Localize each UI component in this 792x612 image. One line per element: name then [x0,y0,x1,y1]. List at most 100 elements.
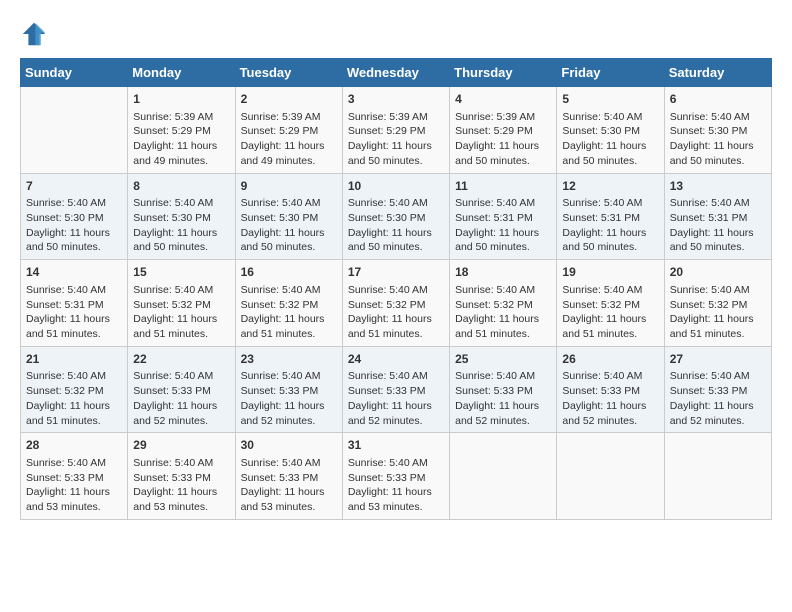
day-cell: 14 Sunrise: 5:40 AM Sunset: 5:31 PM Dayli… [21,260,128,347]
day-number: 3 [348,91,444,108]
day-info: Sunrise: 5:40 AM Sunset: 5:30 PM Dayligh… [670,110,766,169]
day-number: 2 [241,91,337,108]
day-number: 1 [133,91,229,108]
day-cell: 1 Sunrise: 5:39 AM Sunset: 5:29 PM Daylig… [128,87,235,174]
day-info: Sunrise: 5:40 AM Sunset: 5:33 PM Dayligh… [348,456,444,515]
day-cell: 24Sunrise: 5:40 AM Sunset: 5:33 PM Dayli… [342,346,449,433]
day-cell: 23Sunrise: 5:40 AM Sunset: 5:33 PM Dayli… [235,346,342,433]
day-cell: 2Sunrise: 5:39 AM Sunset: 5:29 PM Daylig… [235,87,342,174]
day-cell: 6 Sunrise: 5:40 AM Sunset: 5:30 PM Daylig… [664,87,771,174]
day-cell: 16 Sunrise: 5:40 AM Sunset: 5:32 PM Dayli… [235,260,342,347]
day-cell: 15Sunrise: 5:40 AM Sunset: 5:32 PM Dayli… [128,260,235,347]
calendar-table: SundayMondayTuesdayWednesdayThursdayFrid… [20,58,772,520]
day-info: Sunrise: 5:40 AM Sunset: 5:33 PM Dayligh… [455,369,551,428]
day-number: 27 [670,351,766,368]
day-info: Sunrise: 5:40 AM Sunset: 5:31 PM Dayligh… [562,196,658,255]
day-cell: 29 Sunrise: 5:40 AM Sunset: 5:33 PM Dayli… [128,433,235,520]
day-info: Sunrise: 5:40 AM Sunset: 5:33 PM Dayligh… [670,369,766,428]
day-number: 23 [241,351,337,368]
week-row-1: 1 Sunrise: 5:39 AM Sunset: 5:29 PM Daylig… [21,87,772,174]
header-cell-wednesday: Wednesday [342,59,449,87]
week-row-4: 21Sunrise: 5:40 AM Sunset: 5:32 PM Dayli… [21,346,772,433]
day-cell: 5Sunrise: 5:40 AM Sunset: 5:30 PM Daylig… [557,87,664,174]
day-number: 22 [133,351,229,368]
page-header [20,20,772,48]
logo [20,20,52,48]
day-number: 26 [562,351,658,368]
day-cell: 30Sunrise: 5:40 AM Sunset: 5:33 PM Dayli… [235,433,342,520]
day-cell: 20 Sunrise: 5:40 AM Sunset: 5:32 PM Dayli… [664,260,771,347]
day-info: Sunrise: 5:39 AM Sunset: 5:29 PM Dayligh… [348,110,444,169]
header-cell-thursday: Thursday [450,59,557,87]
day-cell [21,87,128,174]
day-info: Sunrise: 5:40 AM Sunset: 5:32 PM Dayligh… [133,283,229,342]
header-cell-saturday: Saturday [664,59,771,87]
day-info: Sunrise: 5:40 AM Sunset: 5:33 PM Dayligh… [26,456,122,515]
day-number: 4 [455,91,551,108]
day-info: Sunrise: 5:40 AM Sunset: 5:30 PM Dayligh… [26,196,122,255]
day-number: 7 [26,178,122,195]
day-info: Sunrise: 5:40 AM Sunset: 5:33 PM Dayligh… [562,369,658,428]
day-cell: 7Sunrise: 5:40 AM Sunset: 5:30 PM Daylig… [21,173,128,260]
day-cell: 22Sunrise: 5:40 AM Sunset: 5:33 PM Dayli… [128,346,235,433]
day-info: Sunrise: 5:40 AM Sunset: 5:33 PM Dayligh… [133,456,229,515]
day-number: 12 [562,178,658,195]
day-info: Sunrise: 5:40 AM Sunset: 5:32 PM Dayligh… [241,283,337,342]
header-cell-friday: Friday [557,59,664,87]
day-number: 5 [562,91,658,108]
day-info: Sunrise: 5:39 AM Sunset: 5:29 PM Dayligh… [133,110,229,169]
day-cell: 8Sunrise: 5:40 AM Sunset: 5:30 PM Daylig… [128,173,235,260]
day-cell: 26Sunrise: 5:40 AM Sunset: 5:33 PM Dayli… [557,346,664,433]
week-row-2: 7Sunrise: 5:40 AM Sunset: 5:30 PM Daylig… [21,173,772,260]
day-info: Sunrise: 5:40 AM Sunset: 5:32 PM Dayligh… [670,283,766,342]
week-row-3: 14 Sunrise: 5:40 AM Sunset: 5:31 PM Dayli… [21,260,772,347]
day-info: Sunrise: 5:40 AM Sunset: 5:33 PM Dayligh… [348,369,444,428]
day-info: Sunrise: 5:40 AM Sunset: 5:32 PM Dayligh… [562,283,658,342]
day-number: 14 [26,264,122,281]
day-number: 19 [562,264,658,281]
day-number: 29 [133,437,229,454]
day-info: Sunrise: 5:40 AM Sunset: 5:32 PM Dayligh… [348,283,444,342]
day-number: 17 [348,264,444,281]
day-number: 9 [241,178,337,195]
calendar-header: SundayMondayTuesdayWednesdayThursdayFrid… [21,59,772,87]
day-info: Sunrise: 5:40 AM Sunset: 5:30 PM Dayligh… [133,196,229,255]
day-number: 8 [133,178,229,195]
day-cell: 10Sunrise: 5:40 AM Sunset: 5:30 PM Dayli… [342,173,449,260]
day-info: Sunrise: 5:40 AM Sunset: 5:31 PM Dayligh… [455,196,551,255]
week-row-5: 28Sunrise: 5:40 AM Sunset: 5:33 PM Dayli… [21,433,772,520]
day-cell [450,433,557,520]
day-cell: 17 Sunrise: 5:40 AM Sunset: 5:32 PM Dayli… [342,260,449,347]
day-number: 18 [455,264,551,281]
day-number: 6 [670,91,766,108]
day-number: 16 [241,264,337,281]
day-cell: 27Sunrise: 5:40 AM Sunset: 5:33 PM Dayli… [664,346,771,433]
day-cell: 3 Sunrise: 5:39 AM Sunset: 5:29 PM Daylig… [342,87,449,174]
day-number: 24 [348,351,444,368]
day-cell: 21Sunrise: 5:40 AM Sunset: 5:32 PM Dayli… [21,346,128,433]
day-cell: 13Sunrise: 5:40 AM Sunset: 5:31 PM Dayli… [664,173,771,260]
day-number: 11 [455,178,551,195]
day-info: Sunrise: 5:40 AM Sunset: 5:31 PM Dayligh… [26,283,122,342]
logo-icon [20,20,48,48]
day-number: 31 [348,437,444,454]
day-info: Sunrise: 5:40 AM Sunset: 5:32 PM Dayligh… [455,283,551,342]
day-cell: 9Sunrise: 5:40 AM Sunset: 5:30 PM Daylig… [235,173,342,260]
day-info: Sunrise: 5:40 AM Sunset: 5:30 PM Dayligh… [241,196,337,255]
day-info: Sunrise: 5:40 AM Sunset: 5:33 PM Dayligh… [241,369,337,428]
day-cell: 18 Sunrise: 5:40 AM Sunset: 5:32 PM Dayli… [450,260,557,347]
day-info: Sunrise: 5:39 AM Sunset: 5:29 PM Dayligh… [455,110,551,169]
day-info: Sunrise: 5:40 AM Sunset: 5:30 PM Dayligh… [348,196,444,255]
header-row: SundayMondayTuesdayWednesdayThursdayFrid… [21,59,772,87]
day-cell: 31 Sunrise: 5:40 AM Sunset: 5:33 PM Dayli… [342,433,449,520]
calendar-body: 1 Sunrise: 5:39 AM Sunset: 5:29 PM Daylig… [21,87,772,520]
header-cell-monday: Monday [128,59,235,87]
day-number: 30 [241,437,337,454]
day-number: 20 [670,264,766,281]
day-cell: 19 Sunrise: 5:40 AM Sunset: 5:32 PM Dayli… [557,260,664,347]
day-cell [664,433,771,520]
day-info: Sunrise: 5:40 AM Sunset: 5:33 PM Dayligh… [133,369,229,428]
header-cell-sunday: Sunday [21,59,128,87]
day-cell: 12Sunrise: 5:40 AM Sunset: 5:31 PM Dayli… [557,173,664,260]
day-cell: 4 Sunrise: 5:39 AM Sunset: 5:29 PM Daylig… [450,87,557,174]
